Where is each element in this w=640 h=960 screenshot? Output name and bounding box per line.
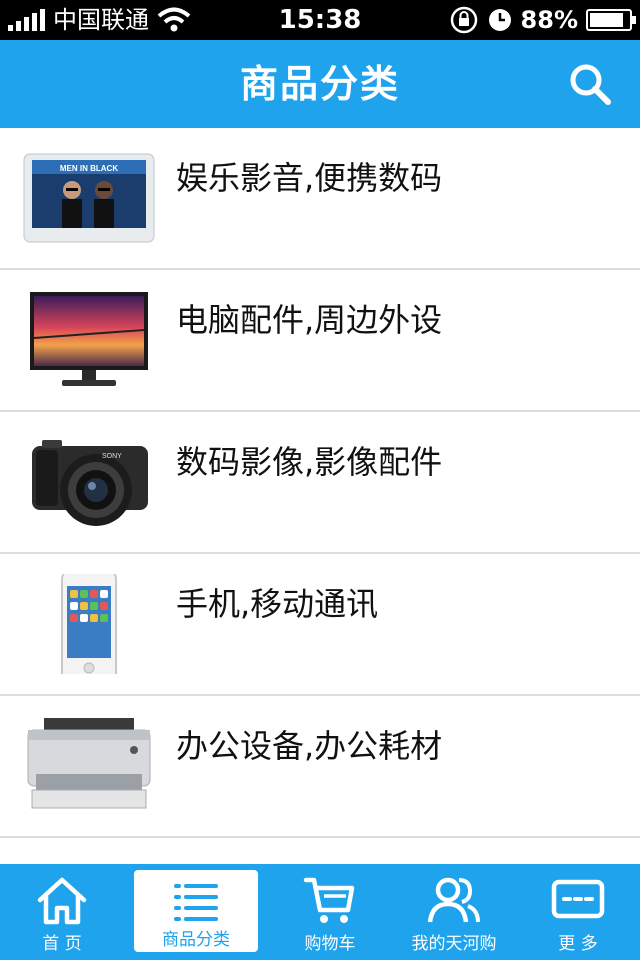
category-item-mobile[interactable]: 手机,移动通讯 — [0, 554, 640, 696]
phone-thumbnail — [61, 574, 117, 674]
category-label: 娱乐影音,便携数码 — [176, 159, 443, 197]
rotation-lock-icon — [450, 6, 477, 34]
status-bar-right: 88% — [449, 0, 636, 40]
svg-text:SONY: SONY — [102, 453, 122, 460]
camera-thumbnail: SONY — [32, 440, 148, 526]
status-bar: 中国联通 15:38 88% — [0, 0, 640, 40]
printer-thumbnail — [27, 718, 151, 809]
svg-text:MEN IN BLACK: MEN IN BLACK — [60, 164, 118, 173]
battery-percentage: 88% — [520, 6, 578, 34]
home-icon — [37, 877, 87, 925]
category-list-icon — [174, 884, 218, 921]
page-title: 商品分类 — [239, 62, 400, 106]
tab-home[interactable]: 首 页 — [0, 864, 124, 960]
category-list: MEN IN BLACK 娱乐影音,便携数码 电脑配件,周边外设 SONY 数码… — [0, 128, 640, 864]
tab-label: 首 页 — [42, 934, 82, 954]
bottom-tab-bar: 首 页 商品分类 购物车 我的天河购 更 多 — [0, 864, 640, 960]
title-bar: 商品分类 — [0, 40, 640, 128]
tab-my-account[interactable]: 我的天河购 — [392, 864, 516, 960]
category-label: 办公设备,办公耗材 — [176, 727, 443, 765]
category-label: 数码影像,影像配件 — [176, 443, 443, 481]
tab-cart[interactable]: 购物车 — [268, 864, 392, 960]
search-icon[interactable] — [564, 58, 618, 112]
tab-label: 购物车 — [304, 934, 356, 954]
category-label: 电脑配件,周边外设 — [176, 301, 443, 339]
monitor-thumbnail — [30, 292, 148, 386]
tab-categories[interactable]: 商品分类 — [134, 870, 258, 952]
tab-label: 我的天河购 — [411, 934, 497, 954]
user-icon — [427, 877, 480, 923]
battery-icon — [586, 9, 636, 31]
tab-more[interactable]: 更 多 — [516, 864, 640, 960]
cart-icon — [303, 877, 355, 923]
category-item-computer[interactable]: 电脑配件,周边外设 — [0, 270, 640, 412]
more-icon — [551, 879, 605, 919]
tab-label: 商品分类 — [162, 930, 230, 950]
category-item-office[interactable]: 办公设备,办公耗材 — [0, 696, 640, 838]
category-item-media[interactable]: MEN IN BLACK 娱乐影音,便携数码 — [0, 128, 640, 270]
category-item-partial[interactable] — [0, 838, 640, 864]
alarm-clock-icon — [488, 9, 511, 31]
category-label: 手机,移动通讯 — [176, 585, 379, 623]
tab-label: 更 多 — [558, 934, 598, 954]
category-item-camera[interactable]: SONY 数码影像,影像配件 — [0, 412, 640, 554]
media-player-thumbnail: MEN IN BLACK — [23, 153, 155, 243]
